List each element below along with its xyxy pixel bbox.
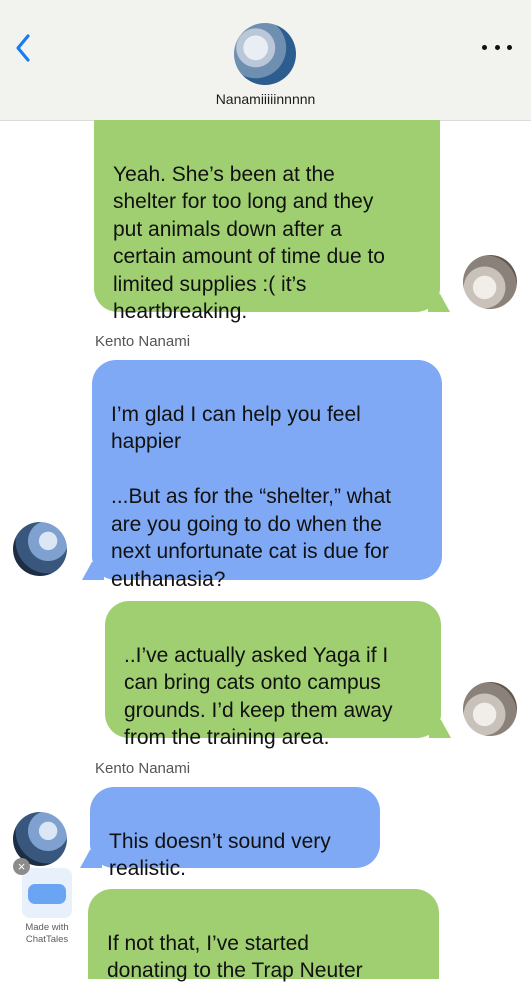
message-text: I’m glad I can help you feel happier ...… [111, 402, 392, 591]
message-bubble-sent[interactable]: If not that, I’ve started donating to th… [88, 889, 439, 982]
message-bubble-sent[interactable]: Yeah. She’s been at the shelter for too … [94, 120, 440, 323]
sender-name: Kento Nanami [95, 333, 191, 350]
chattales-badge[interactable] [22, 868, 72, 918]
message-text: This doesn’t sound very realistic. [109, 829, 331, 881]
made-with-label: Made with ChatTales [25, 922, 69, 945]
message-bubble-received[interactable]: This doesn’t sound very realistic. [90, 787, 380, 880]
back-chevron-icon[interactable] [10, 30, 36, 66]
sender-name: Kento Nanami [95, 760, 191, 777]
message-bubble-sent[interactable]: ..I’ve actually asked Yaga if I can brin… [105, 601, 441, 749]
contact-name[interactable]: Nanamiiiiinnnnn [0, 91, 531, 107]
more-options-icon[interactable] [482, 43, 512, 51]
message-text: If not that, I’ve started donating to th… [107, 931, 363, 983]
message-text: ..I’ve actually asked Yaga if I can brin… [124, 643, 393, 750]
user-avatar [463, 255, 517, 309]
contact-avatar[interactable] [234, 23, 296, 85]
kento-avatar [13, 522, 67, 576]
user-avatar [463, 682, 517, 736]
chat-header: Nanamiiiiinnnnn [0, 0, 531, 121]
close-icon[interactable]: × [13, 858, 30, 875]
message-bubble-received[interactable]: I’m glad I can help you feel happier ...… [92, 360, 442, 591]
chat-bubble-icon [28, 884, 66, 904]
message-text: Yeah. She’s been at the shelter for too … [113, 162, 385, 324]
